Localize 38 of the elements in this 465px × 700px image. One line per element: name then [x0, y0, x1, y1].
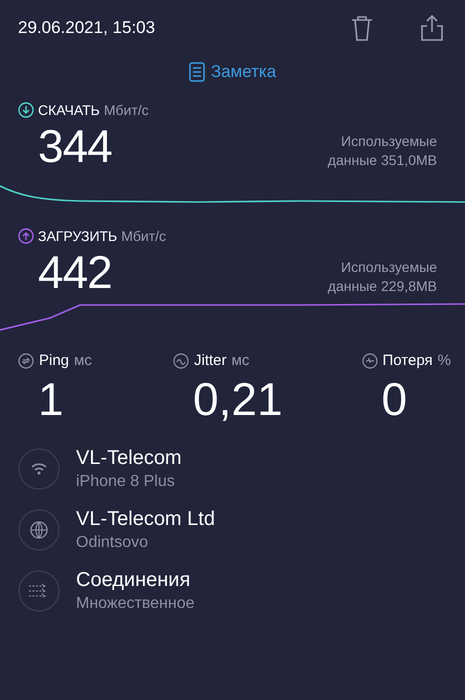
- globe-icon: [18, 509, 60, 551]
- stat-value: 1: [37, 372, 65, 427]
- info-title: VL-Telecom: [76, 447, 182, 470]
- date-time: 29.06.2021, 15:03: [18, 18, 156, 38]
- info-title: VL-Telecom Ltd: [76, 508, 215, 531]
- share-icon[interactable]: [419, 14, 445, 42]
- stat-label: Потеря: [382, 352, 433, 369]
- note-icon: [188, 62, 205, 82]
- speed-value: 344: [38, 119, 112, 174]
- unit-label: Мбит/с: [121, 228, 166, 244]
- used-data-label: Используемые: [340, 132, 437, 151]
- stat-value: 0: [380, 372, 408, 427]
- download-icon: [18, 102, 34, 118]
- unit-label: мс: [232, 352, 250, 369]
- jitter-icon: [173, 352, 189, 368]
- unit-label: Мбит/с: [104, 102, 149, 118]
- unit-label: мс: [74, 352, 92, 369]
- stat-value: 0,21: [192, 372, 284, 427]
- info-subtitle: Множественное: [76, 595, 194, 613]
- stat-label: Jitter: [194, 352, 227, 369]
- arrows-icon: [18, 570, 60, 612]
- speed-label: СКАЧАТЬ: [38, 102, 100, 118]
- trash-icon[interactable]: [349, 14, 375, 42]
- info-subtitle: iPhone 8 Plus: [76, 473, 176, 491]
- ping-icon: [18, 352, 34, 368]
- wifi-icon: [18, 448, 60, 490]
- info-title: Соединения: [76, 569, 192, 592]
- speed-value: 442: [38, 245, 112, 300]
- upload-icon: [18, 228, 34, 244]
- stat-label: Ping: [39, 352, 70, 369]
- speed-label: ЗАГРУЗИТЬ: [38, 228, 118, 244]
- note-button[interactable]: Заметка: [188, 62, 276, 82]
- used-data-value: данные 351,0MB: [328, 151, 437, 170]
- unit-label: %: [438, 352, 451, 369]
- used-data-label: Используемые: [340, 258, 437, 277]
- used-data-value: данные 229,8MB: [328, 277, 437, 296]
- info-subtitle: Odintsovo: [76, 534, 150, 552]
- loss-icon: [362, 352, 378, 368]
